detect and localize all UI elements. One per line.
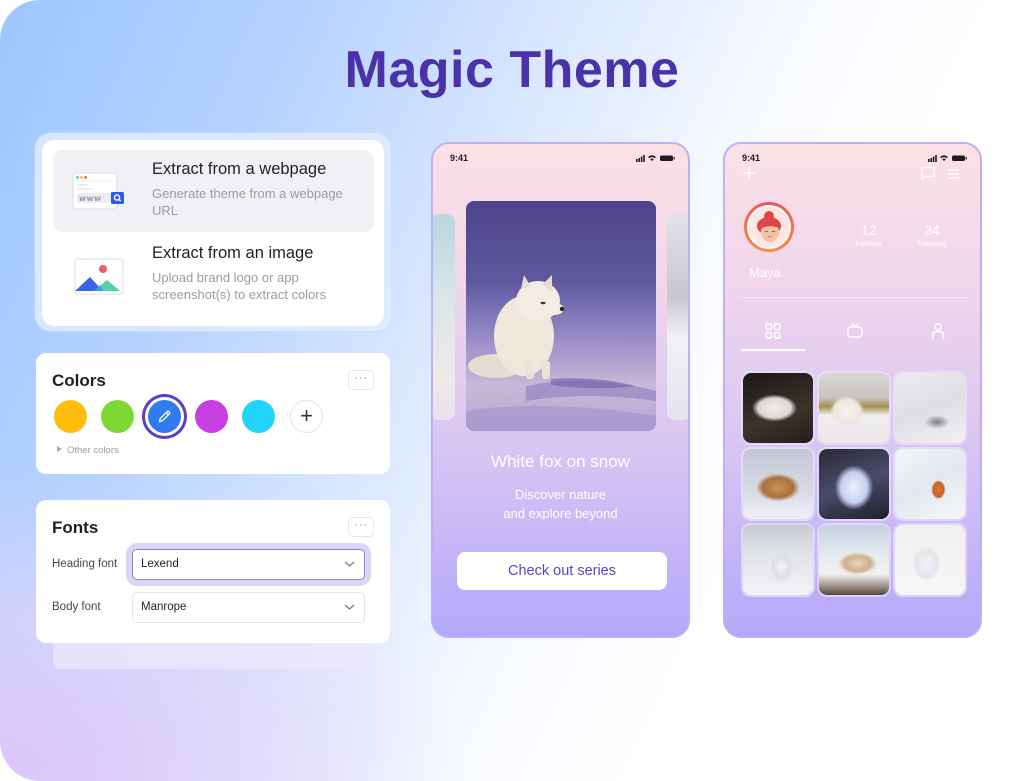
fonts-title: Fonts xyxy=(52,518,99,537)
color-swatch-blue-selected[interactable] xyxy=(148,400,181,433)
gallery-photo[interactable] xyxy=(743,525,813,595)
chevron-down-icon xyxy=(344,604,355,610)
body-font-value: Manrope xyxy=(141,601,187,613)
add-color-button[interactable]: + xyxy=(290,400,323,433)
signal-wifi-battery-icon xyxy=(928,155,967,162)
check-out-series-button[interactable]: Check out series xyxy=(457,552,667,590)
person-icon[interactable] xyxy=(929,322,947,340)
color-swatch-magenta[interactable] xyxy=(195,400,228,433)
color-swatch-cyan[interactable] xyxy=(242,400,275,433)
option-description: Upload brand logo or app screenshot(s) t… xyxy=(152,270,327,302)
chat-icon[interactable] xyxy=(920,166,936,181)
gallery-photo[interactable] xyxy=(895,449,965,519)
gallery-photo[interactable] xyxy=(819,449,889,519)
color-swatch-yellow[interactable] xyxy=(54,400,87,433)
other-colors-label: Other colors xyxy=(67,445,119,456)
heading-font-label: Heading font xyxy=(52,558,118,570)
carousel-next-image[interactable] xyxy=(667,214,688,420)
svg-text:www: www xyxy=(79,194,102,203)
heading-font-select[interactable]: Lexend xyxy=(132,549,365,580)
girl-face-icon xyxy=(757,211,781,242)
tv-icon[interactable] xyxy=(846,322,864,340)
canvas-background: Magic Theme www Extract from a webpage G… xyxy=(0,0,1024,781)
hero-subtitle: Discover nature and explore beyond xyxy=(433,485,688,523)
active-tab-indicator xyxy=(741,349,805,351)
body-font-label: Body font xyxy=(52,601,101,613)
profile-name: Maya xyxy=(749,265,781,280)
status-bar: 9:41 xyxy=(725,144,980,168)
status-time: 9:41 xyxy=(450,153,469,163)
hero-image-white-fox[interactable] xyxy=(466,201,656,431)
gallery-photo[interactable] xyxy=(743,373,813,443)
status-bar: 9:41 xyxy=(433,144,688,168)
chevron-down-icon xyxy=(344,561,355,567)
caret-right-icon xyxy=(57,446,62,452)
option-title: Extract from a webpage xyxy=(152,160,327,178)
colors-title: Colors xyxy=(52,371,106,390)
option-title: Extract from an image xyxy=(152,244,314,262)
heading-font-value: Lexend xyxy=(141,558,179,570)
follower-count: 12 xyxy=(861,222,877,238)
fonts-card: Fonts ··· Heading font Lexend Body font … xyxy=(36,500,390,643)
gallery-photo[interactable] xyxy=(819,525,889,595)
hero-subtitle-line-1: Discover nature xyxy=(514,487,607,502)
follower-label: Follower xyxy=(855,241,883,248)
white-fox-on-snow-image xyxy=(466,201,656,431)
extract-from-webpage-option[interactable]: www Extract from a webpage Generate them… xyxy=(53,150,374,232)
avatar[interactable] xyxy=(744,202,794,252)
colors-card: Colors ··· + Other colors xyxy=(36,353,390,474)
gallery-photo[interactable] xyxy=(743,449,813,519)
color-swatches: + xyxy=(54,400,384,436)
body-font-select[interactable]: Manrope xyxy=(132,592,365,623)
phone-preview-hero: 9:41 White fox on snow Discover nature a… xyxy=(431,142,690,638)
extract-from-image-option[interactable]: Extract from an image Upload brand logo … xyxy=(53,234,374,316)
grid-icon[interactable] xyxy=(764,322,782,340)
pencil-icon xyxy=(158,410,171,423)
profile-divider xyxy=(741,297,967,298)
follower-stat[interactable]: 12 Follower xyxy=(839,222,899,248)
following-label: Following xyxy=(917,241,947,248)
fonts-more-button[interactable]: ··· xyxy=(348,517,374,537)
carousel-prev-image[interactable] xyxy=(433,214,455,420)
signal-wifi-battery-icon xyxy=(636,155,675,162)
hero-title: White fox on snow xyxy=(491,452,630,471)
extract-card: www Extract from a webpage Generate them… xyxy=(42,140,384,326)
other-colors-toggle[interactable]: Other colors xyxy=(57,445,119,456)
following-stat[interactable]: 34 Following xyxy=(902,222,962,248)
gallery-photo[interactable] xyxy=(895,373,965,443)
browser-www-search-icon: www xyxy=(72,172,124,210)
avatar-illustration xyxy=(749,207,789,247)
status-time: 9:41 xyxy=(742,153,761,163)
menu-icon[interactable] xyxy=(947,168,960,180)
hero-subtitle-line-2: and explore beyond xyxy=(503,506,618,521)
following-count: 34 xyxy=(924,222,940,238)
color-swatch-green[interactable] xyxy=(101,400,134,433)
colors-more-button[interactable]: ··· xyxy=(348,370,374,390)
gallery-photo[interactable] xyxy=(819,373,889,443)
plus-icon[interactable] xyxy=(742,166,756,180)
option-description: Generate theme from a webpage URL xyxy=(152,186,343,218)
gallery-photo[interactable] xyxy=(895,525,965,595)
image-mountain-icon xyxy=(74,258,124,295)
page-title: Magic Theme xyxy=(344,41,680,99)
phone-preview-profile: 9:41 Maya 12 Follower 34 Following xyxy=(723,142,982,638)
